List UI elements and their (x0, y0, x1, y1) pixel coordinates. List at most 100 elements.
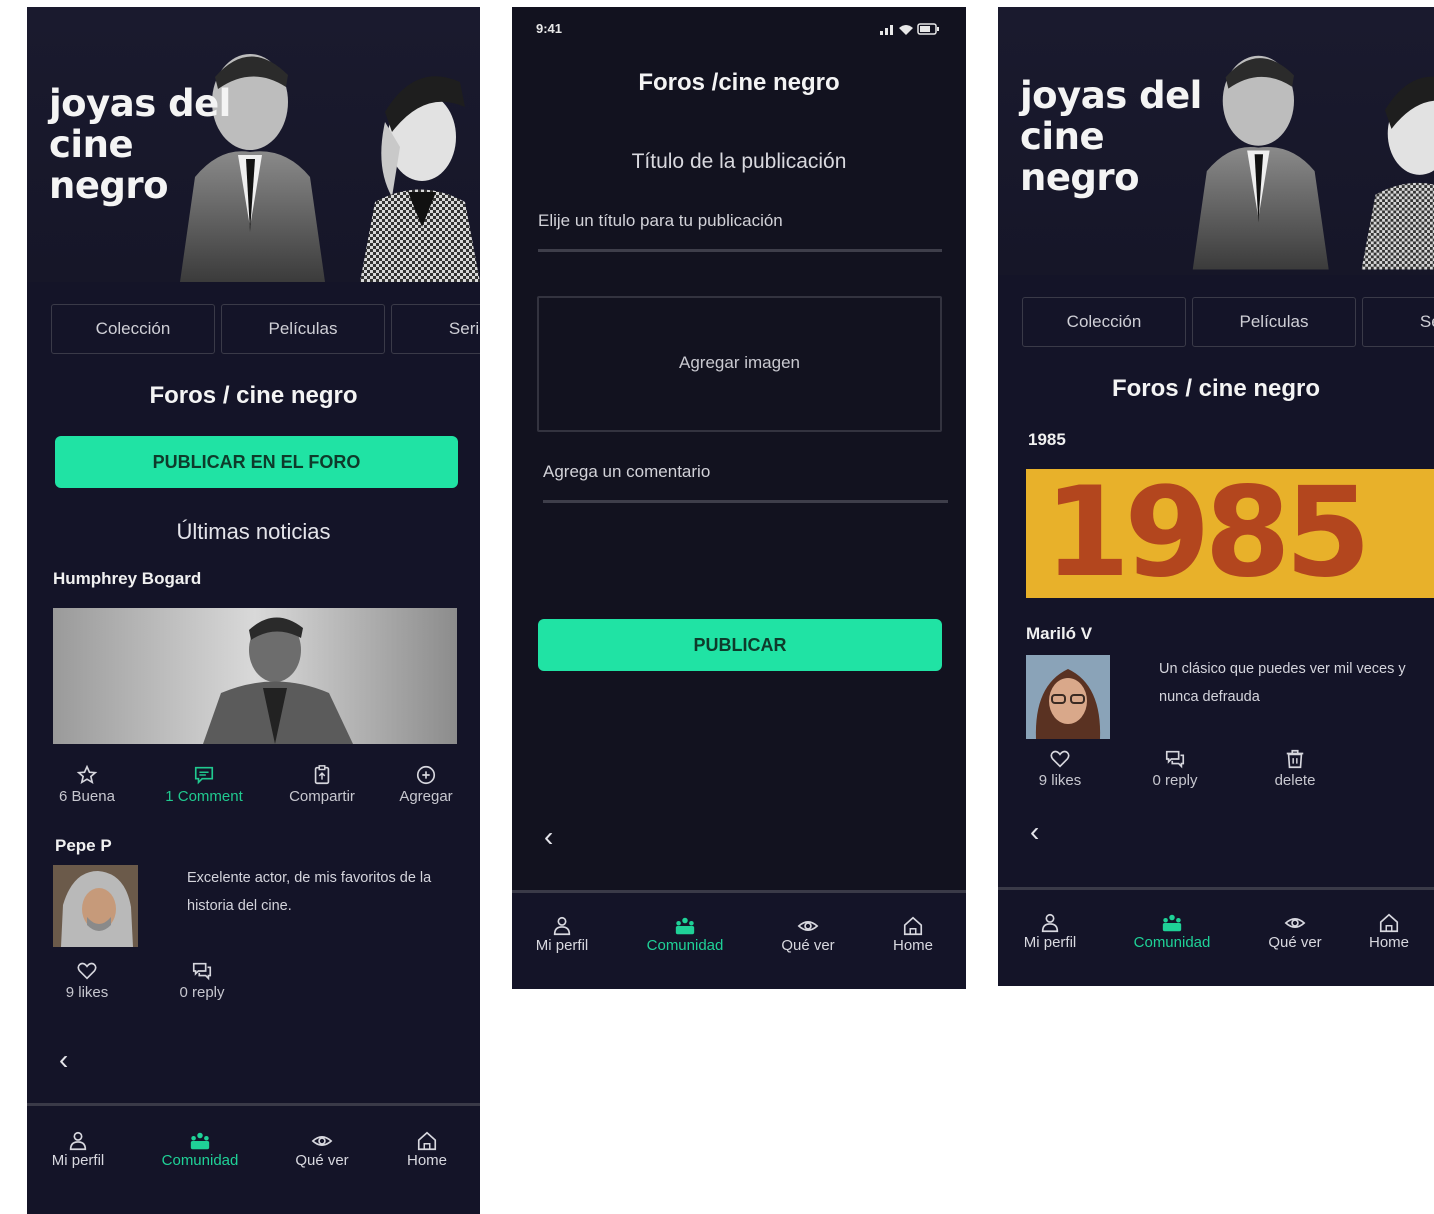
nav-item-what-to-watch[interactable]: Qué ver (267, 1130, 377, 1169)
community-icon (190, 1132, 210, 1150)
nav-item-what-to-watch[interactable]: Qué ver (753, 915, 863, 954)
reply-action[interactable]: 0 reply (152, 960, 252, 1001)
reply-label: 0 reply (1152, 772, 1198, 789)
nav-item-community[interactable]: Comunidad (630, 915, 740, 954)
nav-label-what-to-watch: Qué ver (295, 1152, 349, 1169)
nav-label-profile: Mi perfil (535, 937, 589, 954)
trash-icon (1286, 749, 1304, 769)
comment-icon (194, 766, 214, 785)
post-author[interactable]: Humphrey Bogard (53, 569, 201, 589)
nav-item-profile[interactable]: Mi perfil (998, 912, 1105, 951)
heart-icon (1050, 750, 1070, 768)
rating-action[interactable]: 6 Buena (37, 764, 137, 805)
latest-news-heading: Últimas noticias (176, 519, 331, 544)
post-image[interactable] (53, 608, 457, 744)
hero-banner: joyas del cine negro (998, 7, 1434, 275)
tab-peliculas[interactable]: Películas (1192, 297, 1356, 347)
nav-item-what-to-watch[interactable]: Qué ver (1240, 912, 1350, 951)
add-action[interactable]: Agregar (376, 764, 476, 805)
hero-photo (1192, 55, 1434, 270)
rating-label: 6 Buena (59, 788, 115, 805)
comment-input[interactable]: Agrega un comentario (543, 462, 710, 482)
bottom-nav: Mi perfil Comunidad Qué ver Home (512, 890, 966, 989)
nav-label-community: Comunidad (161, 1152, 239, 1169)
back-button[interactable]: ‹ (1030, 816, 1039, 848)
bottom-nav: Mi perfil Comunidad Qué ver Home (27, 1103, 480, 1214)
home-icon (1379, 913, 1399, 933)
nav-item-profile[interactable]: Mi perfil (27, 1130, 133, 1169)
share-action[interactable]: Compartir (272, 764, 372, 805)
nav-label-profile: Mi perfil (51, 1152, 105, 1169)
avatar[interactable] (1026, 655, 1110, 739)
tab-series[interactable]: Series (391, 304, 480, 354)
title-input-underline (538, 249, 942, 252)
page-title: Foros / cine negro (149, 382, 358, 409)
heart-icon (77, 962, 97, 980)
title-input[interactable]: Elije un título para tu publicación (538, 211, 783, 231)
add-label: Agregar (399, 788, 453, 805)
page-title: Foros /cine negro (638, 69, 840, 96)
home-icon (903, 916, 923, 936)
like-action[interactable]: 9 likes (37, 960, 137, 1001)
publish-in-forum-button[interactable]: PUBLICAR EN EL FORO (55, 436, 458, 488)
comment-text: Excelente actor, de mis favoritos de la … (187, 870, 432, 914)
avatar[interactable] (53, 865, 138, 947)
page-title: Foros / cine negro (1111, 375, 1321, 402)
delete-action[interactable]: delete (1245, 748, 1345, 789)
nav-label-home: Home (1368, 934, 1409, 951)
post-title[interactable]: 1985 (1028, 430, 1066, 450)
comment-action[interactable]: 1 Comment (154, 764, 254, 805)
forum-screen-feed: joyas del cine negro Colección Películas S… (27, 7, 480, 1214)
nav-label-profile: Mi perfil (1023, 934, 1077, 951)
person-icon (553, 916, 571, 936)
eye-icon (797, 921, 819, 931)
nav-item-profile[interactable]: Mi perfil (512, 915, 617, 954)
comment-text: Un clásico que puedes ver mil veces y nu… (1159, 661, 1406, 705)
post-image-text: 1985 (1044, 469, 1371, 598)
person-icon (1041, 913, 1059, 933)
category-tabs: ColecciónPelículasSeries (51, 304, 480, 354)
tab-coleccion[interactable]: Colección (1022, 297, 1186, 347)
back-button[interactable]: ‹ (59, 1044, 68, 1076)
nav-label-community: Comunidad (646, 937, 724, 954)
nav-label-home: Home (406, 1152, 447, 1169)
share-label: Compartir (289, 788, 355, 805)
person-icon (69, 1131, 87, 1151)
back-button[interactable]: ‹ (544, 821, 553, 853)
nav-item-community[interactable]: Comunidad (1117, 912, 1227, 951)
reply-icon (1165, 750, 1185, 769)
community-icon (1162, 914, 1182, 932)
nav-label-what-to-watch: Qué ver (1268, 934, 1322, 951)
nav-label-what-to-watch: Qué ver (781, 937, 835, 954)
tab-series[interactable]: Series (1362, 297, 1434, 347)
reply-action[interactable]: 0 reply (1125, 748, 1225, 789)
nav-item-community[interactable]: Comunidad (145, 1130, 255, 1169)
add-circle-icon (416, 765, 436, 785)
forum-screen-post: joyas del cine negro Colección Películas S… (998, 7, 1434, 986)
post-image[interactable]: 1985 (1026, 469, 1434, 598)
publish-button[interactable]: PUBLICAR (538, 619, 942, 671)
reply-label: 0 reply (179, 984, 225, 1001)
nav-item-home[interactable]: Home (858, 915, 966, 954)
category-tabs: ColecciónPelículasSeries (1022, 297, 1434, 347)
eye-icon (1284, 918, 1306, 928)
nav-item-home[interactable]: Home (372, 1130, 480, 1169)
likes-label: 9 likes (1038, 772, 1082, 789)
delete-label: delete (1274, 772, 1316, 789)
new-post-screen: 9:41 Foros /cine negro Título de la publ… (512, 7, 966, 989)
comment-author[interactable]: Mariló V (1026, 624, 1092, 644)
home-icon (417, 1131, 437, 1151)
like-action[interactable]: 9 likes (1010, 748, 1110, 789)
eye-icon (311, 1136, 333, 1146)
status-time: 9:41 (536, 21, 563, 36)
bottom-nav: Mi perfil Comunidad Qué ver Home (998, 887, 1434, 986)
comment-author[interactable]: Pepe P (55, 836, 112, 856)
tab-coleccion[interactable]: Colección (51, 304, 215, 354)
tab-peliculas[interactable]: Películas (221, 304, 385, 354)
hero-title: joyas del cine negro (1020, 74, 1202, 199)
title-field-label: Título de la publicación (631, 150, 847, 173)
reply-icon (192, 962, 212, 981)
status-icons (880, 23, 939, 35)
add-image-button[interactable]: Agregar imagen (537, 296, 942, 432)
nav-item-home[interactable]: Home (1346, 912, 1432, 951)
